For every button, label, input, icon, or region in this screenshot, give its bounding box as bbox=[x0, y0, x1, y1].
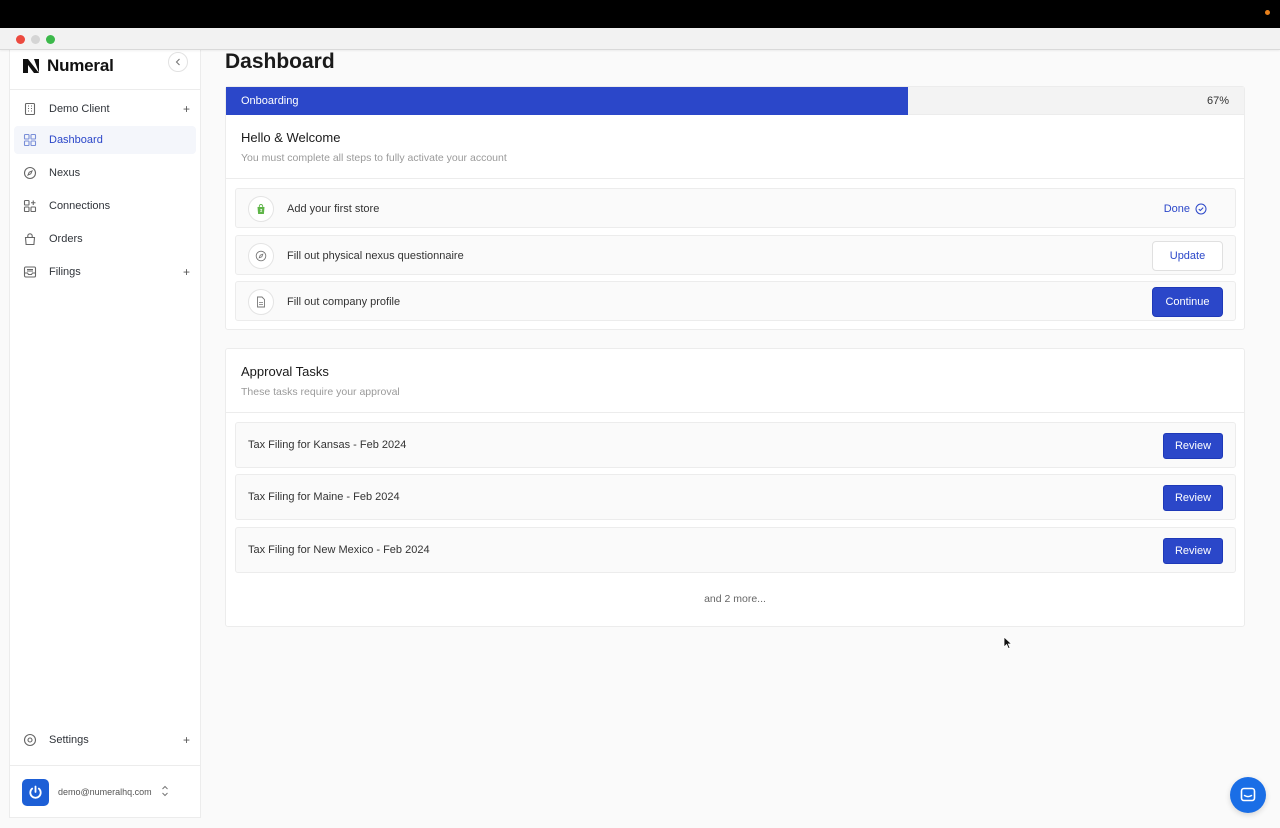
user-email: demo@numeralhq.com bbox=[58, 787, 152, 797]
chevron-left-icon bbox=[175, 58, 180, 66]
bag-icon bbox=[24, 233, 36, 246]
task-label: Tax Filing for Kansas - Feb 2024 bbox=[248, 439, 407, 451]
task-row: Tax Filing for New Mexico - Feb 2024 Rev… bbox=[235, 527, 1236, 573]
step-done-status: Done bbox=[1164, 203, 1207, 215]
gear-icon bbox=[23, 733, 37, 747]
onboarding-card: Onboarding 67% Hello & Welcome You must … bbox=[225, 86, 1245, 330]
chat-support-button[interactable] bbox=[1230, 777, 1266, 813]
app-root: Numeral Demo Client + Dashboard Nexus Co… bbox=[0, 50, 1280, 828]
review-button[interactable]: Review bbox=[1163, 433, 1223, 459]
sidebar-item-orders[interactable]: Orders bbox=[14, 225, 196, 253]
task-label: Tax Filing for New Mexico - Feb 2024 bbox=[248, 544, 430, 556]
brand-logo[interactable]: Numeral bbox=[22, 54, 114, 78]
client-name: Demo Client bbox=[49, 103, 110, 115]
brand-name: Numeral bbox=[47, 56, 114, 75]
window-zoom-button[interactable] bbox=[46, 35, 55, 44]
approval-subheading: These tasks require your approval bbox=[241, 386, 400, 398]
step-company-profile: Fill out company profile Continue bbox=[235, 281, 1236, 321]
progress-percent: 67% bbox=[1206, 95, 1229, 107]
sidebar-item-settings[interactable]: Settings + bbox=[14, 726, 196, 754]
more-tasks-link[interactable]: and 2 more... bbox=[226, 593, 1244, 605]
card-divider bbox=[226, 412, 1244, 413]
user-menu[interactable]: demo@numeralhq.com bbox=[10, 765, 200, 817]
compass-icon bbox=[23, 166, 37, 180]
onboarding-subheading: You must complete all steps to fully act… bbox=[241, 152, 507, 164]
sidebar: Numeral Demo Client + Dashboard Nexus Co… bbox=[9, 50, 201, 818]
client-switcher[interactable]: Demo Client + bbox=[14, 95, 196, 123]
sidebar-item-label: Connections bbox=[49, 200, 111, 212]
sidebar-item-label: Settings bbox=[49, 734, 89, 746]
progress-fill bbox=[226, 87, 908, 115]
sidebar-divider bbox=[10, 89, 200, 90]
sidebar-item-filings[interactable]: Filings + bbox=[14, 258, 196, 286]
avatar bbox=[22, 779, 49, 806]
task-row: Tax Filing for Maine - Feb 2024 Review bbox=[235, 474, 1236, 520]
compass-icon bbox=[248, 243, 274, 269]
chevron-up-down-icon[interactable] bbox=[160, 783, 170, 799]
step-add-store: Add your first store Done bbox=[235, 188, 1236, 228]
progress-label: Onboarding bbox=[241, 95, 299, 107]
step-label: Fill out company profile bbox=[287, 296, 401, 308]
building-icon bbox=[24, 102, 36, 116]
step-label: Add your first store bbox=[287, 203, 380, 215]
continue-button[interactable]: Continue bbox=[1152, 287, 1223, 317]
check-circle-icon bbox=[1195, 203, 1207, 215]
recording-indicator-dot bbox=[1265, 10, 1270, 15]
approval-tasks-card: Approval Tasks These tasks require your … bbox=[225, 348, 1245, 627]
page-title: Dashboard bbox=[225, 50, 335, 73]
sidebar-item-dashboard[interactable]: Dashboard bbox=[14, 126, 196, 154]
step-nexus-questionnaire: Fill out physical nexus questionnaire Up… bbox=[235, 235, 1236, 275]
card-divider bbox=[226, 178, 1244, 179]
sidebar-item-connections[interactable]: Connections bbox=[14, 192, 196, 220]
sidebar-item-nexus[interactable]: Nexus bbox=[14, 159, 196, 187]
task-row: Tax Filing for Kansas - Feb 2024 Review bbox=[235, 422, 1236, 468]
done-label: Done bbox=[1163, 203, 1190, 215]
plus-icon[interactable]: + bbox=[183, 733, 190, 747]
collapse-sidebar-button[interactable] bbox=[168, 52, 188, 72]
approval-heading: Approval Tasks bbox=[241, 364, 329, 379]
onboarding-progress-bar: Onboarding 67% bbox=[226, 87, 1244, 115]
review-button[interactable]: Review bbox=[1163, 538, 1223, 564]
inbox-icon bbox=[23, 266, 37, 278]
update-button[interactable]: Update bbox=[1152, 241, 1223, 271]
chat-icon bbox=[1240, 787, 1256, 802]
shopify-icon bbox=[248, 196, 274, 222]
mouse-cursor-icon bbox=[1003, 636, 1013, 650]
task-label: Tax Filing for Maine - Feb 2024 bbox=[248, 491, 400, 503]
review-button[interactable]: Review bbox=[1163, 485, 1223, 511]
document-icon bbox=[248, 289, 274, 315]
plus-icon[interactable]: + bbox=[183, 265, 190, 279]
step-label: Fill out physical nexus questionnaire bbox=[287, 250, 464, 262]
grid-icon bbox=[23, 133, 37, 147]
system-top-bar bbox=[0, 0, 1280, 28]
window-close-button[interactable] bbox=[16, 35, 25, 44]
numeral-logo-icon bbox=[23, 59, 39, 73]
sidebar-item-label: Dashboard bbox=[49, 134, 103, 146]
sidebar-item-label: Filings bbox=[49, 266, 81, 278]
power-icon bbox=[29, 785, 42, 799]
connections-icon bbox=[23, 199, 37, 213]
sidebar-item-label: Nexus bbox=[49, 167, 81, 179]
plus-icon[interactable]: + bbox=[183, 102, 190, 116]
onboarding-heading: Hello & Welcome bbox=[241, 130, 341, 145]
sidebar-item-label: Orders bbox=[49, 233, 83, 245]
window-title-bar bbox=[0, 28, 1280, 50]
window-minimize-button[interactable] bbox=[31, 35, 40, 44]
